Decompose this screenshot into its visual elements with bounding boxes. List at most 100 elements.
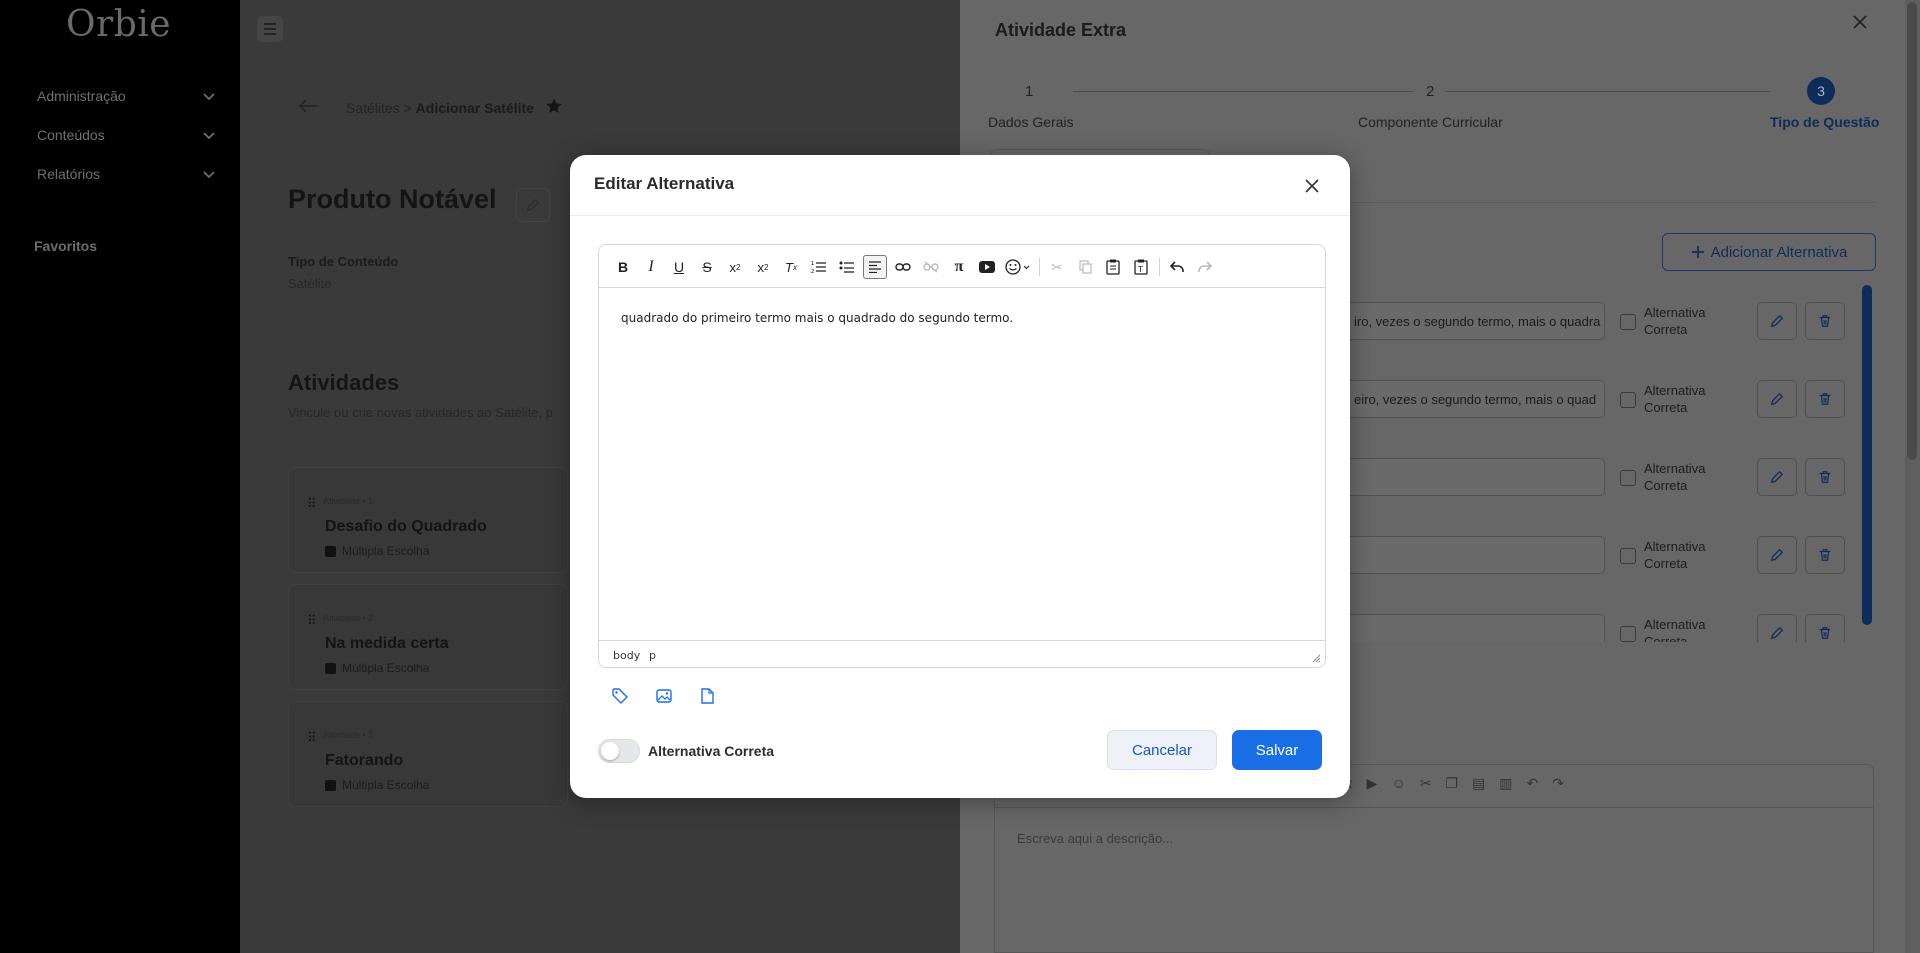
page-scroll-thumb[interactable] xyxy=(1907,2,1917,460)
sidebar-item-administracao[interactable]: Administração xyxy=(37,81,217,111)
activity-type-label: Múltipla Escolha xyxy=(342,778,430,792)
trash-icon xyxy=(1819,549,1831,561)
youtube-icon[interactable] xyxy=(975,255,999,279)
align-left-icon[interactable] xyxy=(863,255,887,279)
alternative-input[interactable]: iro, vezes o segundo termo, mais o quadr… xyxy=(1345,302,1605,340)
delete-alternative-button[interactable] xyxy=(1805,536,1845,574)
bold-icon[interactable]: B xyxy=(611,255,635,279)
tag-icon[interactable] xyxy=(610,686,630,706)
activities-description: Vincule ou crie novas atividades ao Saté… xyxy=(288,405,553,420)
path-element-p[interactable]: p xyxy=(649,649,656,662)
italic-icon[interactable]: I xyxy=(639,255,663,279)
path-element-body[interactable]: body xyxy=(613,649,640,662)
delete-alternative-button[interactable] xyxy=(1805,380,1845,418)
paste-text-icon[interactable]: ▥ xyxy=(1499,775,1512,792)
emoji-icon[interactable] xyxy=(1003,255,1033,279)
drag-handle-icon[interactable]: ⠿ xyxy=(307,730,317,746)
activity-card[interactable]: ⠿ Atividade • 3 Fatorando Múltipla Escol… xyxy=(288,701,568,807)
sidebar-item-conteudos[interactable]: Conteúdos xyxy=(37,120,217,150)
save-button[interactable]: Salvar xyxy=(1232,730,1322,770)
editor-content[interactable]: quadrado do primeiro termo mais o quadra… xyxy=(621,311,1013,325)
bulleted-list-icon[interactable] xyxy=(835,255,859,279)
divider xyxy=(995,807,1873,808)
undo-icon[interactable]: ↶ xyxy=(1527,775,1539,792)
subscript-icon[interactable]: x2 xyxy=(723,255,747,279)
alternative-input[interactable] xyxy=(1345,536,1605,574)
pencil-icon xyxy=(1770,548,1784,562)
unlink-icon[interactable] xyxy=(919,255,943,279)
correct-checkbox[interactable] xyxy=(1620,392,1636,408)
cut-icon[interactable]: ✂ xyxy=(1045,255,1069,279)
alternative-input[interactable] xyxy=(1345,614,1605,642)
sidebar-item-label: Relatórios xyxy=(37,166,101,182)
correct-alternative-toggle[interactable] xyxy=(598,739,640,763)
delete-alternative-button[interactable] xyxy=(1805,302,1845,340)
resize-handle-icon[interactable] xyxy=(1311,653,1321,663)
strikethrough-icon[interactable]: S xyxy=(695,255,719,279)
alternative-input[interactable]: eiro, vezes o segundo termo, mais o quad xyxy=(1345,380,1605,418)
activity-type: Múltipla Escolha xyxy=(325,661,429,675)
activity-card[interactable]: ⠿ Atividade • 2 Na medida certa Múltipla… xyxy=(288,584,568,690)
link-icon[interactable] xyxy=(891,255,915,279)
edit-alternative-button[interactable] xyxy=(1757,614,1797,642)
clear-formatting-icon[interactable]: Tx xyxy=(779,255,803,279)
delete-alternative-button[interactable] xyxy=(1805,614,1845,642)
alternative-row: eiro, vezes o segundo termo, mais o quad… xyxy=(1345,368,1865,428)
content-type-label: Tipo de Conteúdo xyxy=(288,254,399,269)
paste-as-text-icon[interactable]: T xyxy=(1129,255,1153,279)
paste-icon[interactable]: ▤ xyxy=(1472,775,1485,792)
cut-icon[interactable]: ✂ xyxy=(1420,775,1432,792)
redo-icon[interactable] xyxy=(1193,255,1217,279)
underline-icon[interactable]: U xyxy=(667,255,691,279)
edit-alternative-modal: Editar Alternativa B I U S x2 x2 Tx 12 π… xyxy=(570,155,1350,798)
drawer-close-button[interactable] xyxy=(1852,14,1868,30)
step-label-active[interactable]: Tipo de Questão xyxy=(1770,114,1879,130)
step-label[interactable]: Componente Curricular xyxy=(1358,114,1503,130)
description-placeholder[interactable]: Escreva aqui a descrição... xyxy=(1017,831,1173,846)
correct-label: Alternativa Correta xyxy=(1644,305,1706,337)
add-alternative-button[interactable]: Adicionar Alternativa xyxy=(1662,233,1876,271)
youtube-icon[interactable]: ▶ xyxy=(1367,775,1378,792)
drag-handle-icon[interactable]: ⠿ xyxy=(307,613,317,629)
cancel-button[interactable]: Cancelar xyxy=(1107,730,1217,770)
emoji-icon[interactable]: ☺ xyxy=(1391,775,1405,792)
correct-checkbox[interactable] xyxy=(1620,548,1636,564)
undo-icon[interactable] xyxy=(1165,255,1189,279)
copy-icon[interactable] xyxy=(1073,255,1097,279)
pencil-icon xyxy=(1770,314,1784,328)
activities-title: Atividades xyxy=(288,370,400,395)
activity-type: Múltipla Escolha xyxy=(325,778,429,792)
app-logo: Orbie xyxy=(66,4,172,45)
redo-icon[interactable]: ↷ xyxy=(1552,775,1564,792)
math-pi-icon[interactable]: π xyxy=(947,255,971,279)
modal-close-button[interactable] xyxy=(1301,175,1323,197)
activity-card[interactable]: ⠿ Atividade • 1 Desafio do Quadrado Múlt… xyxy=(288,467,568,573)
numbered-list-icon[interactable]: 12 xyxy=(807,255,831,279)
copy-icon[interactable]: ❐ xyxy=(1445,775,1458,792)
edit-alternative-button[interactable] xyxy=(1757,536,1797,574)
menu-toggle-button[interactable] xyxy=(257,16,283,42)
trash-icon xyxy=(1819,393,1831,405)
edit-alternative-button[interactable] xyxy=(1757,458,1797,496)
drag-handle-icon[interactable]: ⠿ xyxy=(307,496,317,512)
correct-label: Alternativa Correta xyxy=(1644,461,1706,493)
delete-alternative-button[interactable] xyxy=(1805,458,1845,496)
edit-title-button[interactable] xyxy=(516,188,550,222)
correct-checkbox[interactable] xyxy=(1620,314,1636,330)
back-button[interactable] xyxy=(298,98,318,114)
edit-alternative-button[interactable] xyxy=(1757,380,1797,418)
paste-icon[interactable] xyxy=(1101,255,1125,279)
edit-alternative-button[interactable] xyxy=(1757,302,1797,340)
breadcrumb-parent[interactable]: Satélites xyxy=(346,100,400,116)
correct-checkbox[interactable] xyxy=(1620,470,1636,486)
image-icon[interactable] xyxy=(654,686,674,706)
step-label[interactable]: Dados Gerais xyxy=(988,114,1074,130)
stepper-line xyxy=(1445,91,1770,92)
superscript-icon[interactable]: x2 xyxy=(751,255,775,279)
alternative-input[interactable] xyxy=(1345,458,1605,496)
alternatives-scrollbar[interactable] xyxy=(1862,285,1872,625)
document-icon[interactable] xyxy=(697,686,717,706)
sidebar-item-relatorios[interactable]: Relatórios xyxy=(37,159,217,189)
favorite-star-icon[interactable] xyxy=(545,97,563,115)
correct-checkbox[interactable] xyxy=(1620,626,1636,642)
